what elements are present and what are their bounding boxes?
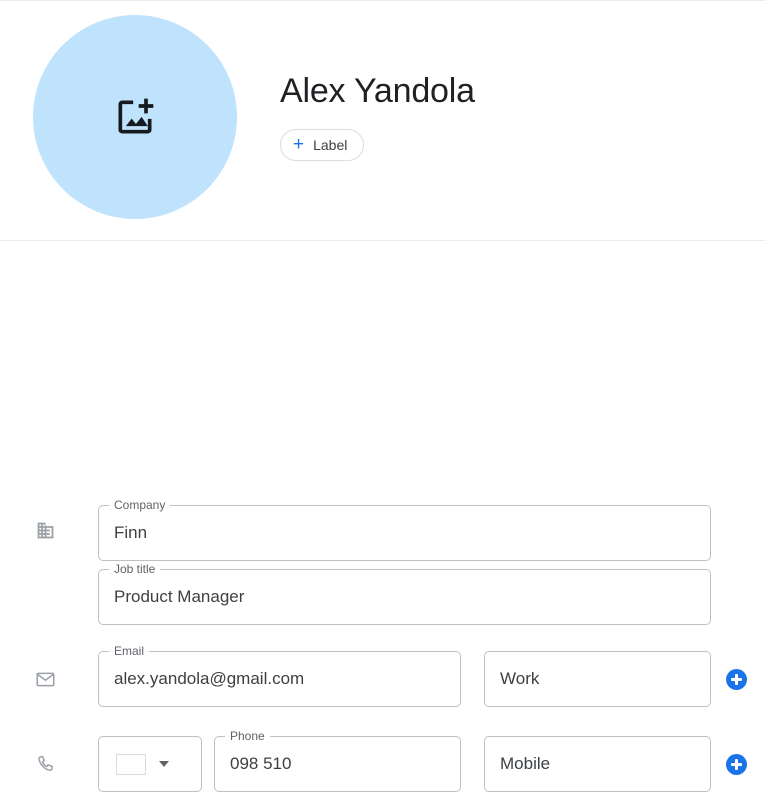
company-field[interactable]: Company Finn xyxy=(98,497,711,561)
contact-edit-page: Alex Yandola + Label Company Finn Job ti… xyxy=(0,0,765,796)
plus-icon: + xyxy=(293,133,305,155)
add-photo-icon xyxy=(113,95,157,139)
ukraine-flag-icon xyxy=(116,753,146,775)
chevron-down-icon xyxy=(159,761,169,767)
phone-field-label: Phone xyxy=(225,728,270,744)
phone-field-value: 098 510 xyxy=(230,754,292,773)
email-type-field[interactable]: Work xyxy=(484,651,711,707)
add-label-button[interactable]: + Label xyxy=(280,129,365,161)
page-title: Alex Yandola xyxy=(280,72,475,110)
add-label-button-text: Label xyxy=(313,137,348,153)
phone-type-field[interactable]: Mobile xyxy=(484,736,711,792)
company-field-value: Finn xyxy=(114,523,148,542)
envelope-icon xyxy=(32,666,58,692)
add-phone-button[interactable] xyxy=(726,754,747,775)
contact-header: Alex Yandola + Label xyxy=(0,1,765,241)
email-type-value: Work xyxy=(500,669,540,688)
email-field[interactable]: Email alex.yandola@gmail.com xyxy=(98,643,461,707)
job-title-field[interactable]: Job title Product Manager xyxy=(98,561,711,625)
phone-icon xyxy=(32,751,58,777)
company-field-label: Company xyxy=(109,497,171,513)
email-field-value: alex.yandola@gmail.com xyxy=(114,669,305,688)
add-email-button[interactable] xyxy=(726,669,747,690)
phone-type-value: Mobile xyxy=(500,754,551,773)
email-field-label: Email xyxy=(109,643,150,659)
job-title-field-label: Job title xyxy=(109,561,161,577)
avatar-photo-picker[interactable] xyxy=(33,15,237,219)
job-title-field-value: Product Manager xyxy=(114,587,245,606)
phone-field[interactable]: Phone 098 510 xyxy=(214,728,461,792)
building-icon xyxy=(32,517,58,543)
country-code-selector[interactable] xyxy=(98,736,202,792)
